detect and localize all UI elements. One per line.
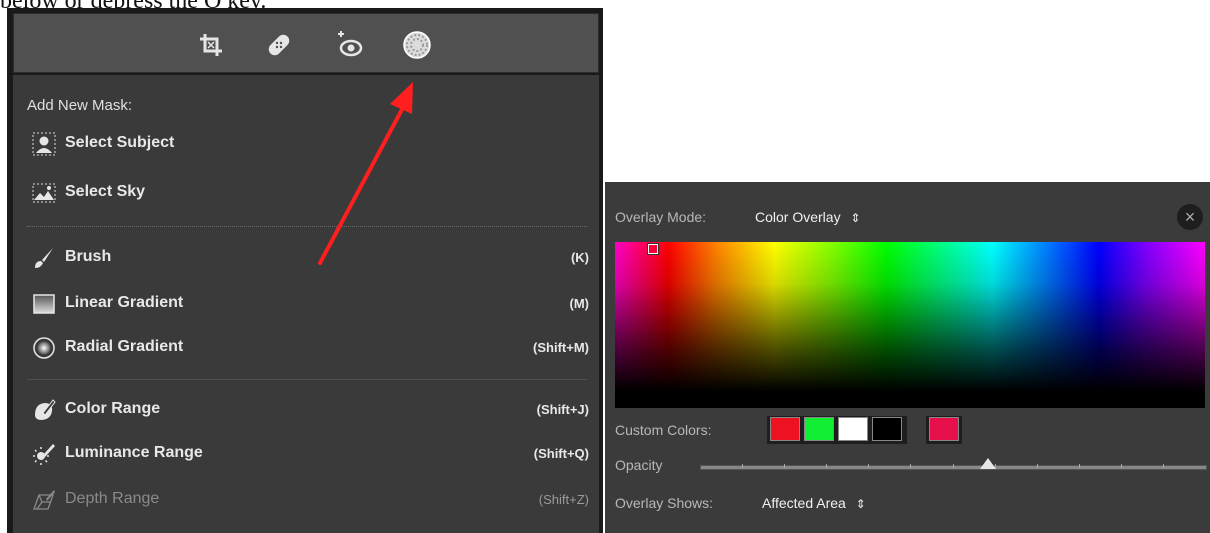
- menu-item-label: Linear Gradient: [65, 294, 184, 311]
- overlay-mode-dropdown[interactable]: Color Overlay ⇕: [755, 209, 861, 225]
- menu-item-color-range[interactable]: Color Range (Shift+J): [27, 393, 589, 427]
- slider-tick: [1037, 464, 1038, 468]
- close-button[interactable]: ×: [1177, 204, 1203, 230]
- color-spectrum-picker[interactable]: [615, 242, 1205, 408]
- healing-icon[interactable]: [264, 30, 294, 60]
- slider-tick: [953, 464, 954, 468]
- menu-item-label: Depth Range: [65, 490, 160, 507]
- overlay-shows-dropdown[interactable]: Affected Area ⇕: [762, 495, 866, 511]
- color-swatch-green[interactable]: [804, 417, 834, 441]
- slider-tick: [742, 464, 743, 468]
- menu-item-depth-range: Depth Range (Shift+Z): [27, 483, 589, 517]
- radial-gradient-icon: [31, 335, 57, 361]
- spectrum-shade-layer: [615, 242, 1205, 408]
- crop-icon[interactable]: [196, 30, 226, 60]
- person-select-icon: [31, 131, 57, 157]
- menu-item-label: Radial Gradient: [65, 338, 184, 355]
- opacity-slider-thumb[interactable]: [979, 458, 996, 469]
- overlay-mode-value: Color Overlay: [755, 209, 841, 225]
- color-picker-marker[interactable]: [648, 244, 658, 254]
- menu-item-luminance-range[interactable]: Luminance Range (Shift+Q): [27, 437, 589, 471]
- menu-item-radial-gradient[interactable]: Radial Gradient (Shift+M): [27, 331, 589, 365]
- slider-tick: [1163, 464, 1164, 468]
- slider-tick: [784, 464, 785, 468]
- luminance-range-icon: [31, 441, 57, 467]
- linear-gradient-icon: [31, 291, 57, 317]
- sky-select-icon: [31, 180, 57, 206]
- color-swatch-active[interactable]: [929, 417, 959, 441]
- menu-item-linear-gradient[interactable]: Linear Gradient (M): [27, 287, 590, 321]
- menu-item-shortcut: (Shift+Z): [538, 492, 589, 507]
- color-range-icon: [31, 397, 57, 423]
- menu-divider: [27, 379, 587, 380]
- menu-item-label: Select Sky: [65, 183, 146, 200]
- custom-colors-label: Custom Colors:: [615, 422, 712, 438]
- menu-item-label: Luminance Range: [65, 444, 203, 461]
- color-swatch-red[interactable]: [770, 417, 800, 441]
- overlay-mode-label: Overlay Mode:: [615, 209, 707, 225]
- menu-item-label: Select Subject: [65, 134, 175, 151]
- slider-tick: [910, 464, 911, 468]
- slider-tick: [868, 464, 869, 468]
- overlay-shows-label: Overlay Shows:: [615, 495, 714, 511]
- menu-item-shortcut: (Shift+M): [533, 340, 589, 355]
- slider-tick: [1121, 464, 1122, 468]
- tool-strip: [13, 13, 599, 73]
- updown-chevron-icon: ⇕: [850, 211, 861, 225]
- menu-header: Add New Mask:: [27, 97, 133, 114]
- overlay-panel: Overlay Mode: Color Overlay ⇕ × Custom C…: [605, 182, 1210, 533]
- depth-range-icon: [31, 487, 57, 513]
- slider-tick: [995, 464, 996, 468]
- slider-tick: [1079, 464, 1080, 468]
- red-eye-icon[interactable]: [334, 30, 364, 60]
- red-arrow-annotation: [318, 82, 413, 265]
- menu-item-label: Color Range: [65, 400, 161, 417]
- color-swatch-white[interactable]: [838, 417, 868, 441]
- slider-tick: [826, 464, 827, 468]
- menu-item-shortcut: (Shift+J): [536, 402, 589, 417]
- opacity-label: Opacity: [615, 457, 663, 473]
- color-swatch-black[interactable]: [872, 417, 902, 441]
- menu-item-shortcut: (Shift+Q): [533, 446, 589, 461]
- menu-item-shortcut: (K): [570, 250, 589, 265]
- overlay-shows-value: Affected Area: [762, 495, 846, 511]
- brush-icon: [31, 245, 57, 271]
- menu-item-shortcut: (M): [569, 296, 590, 311]
- masking-icon[interactable]: [402, 30, 432, 60]
- updown-chevron-icon: ⇕: [855, 497, 866, 511]
- menu-item-label: Brush: [65, 248, 112, 265]
